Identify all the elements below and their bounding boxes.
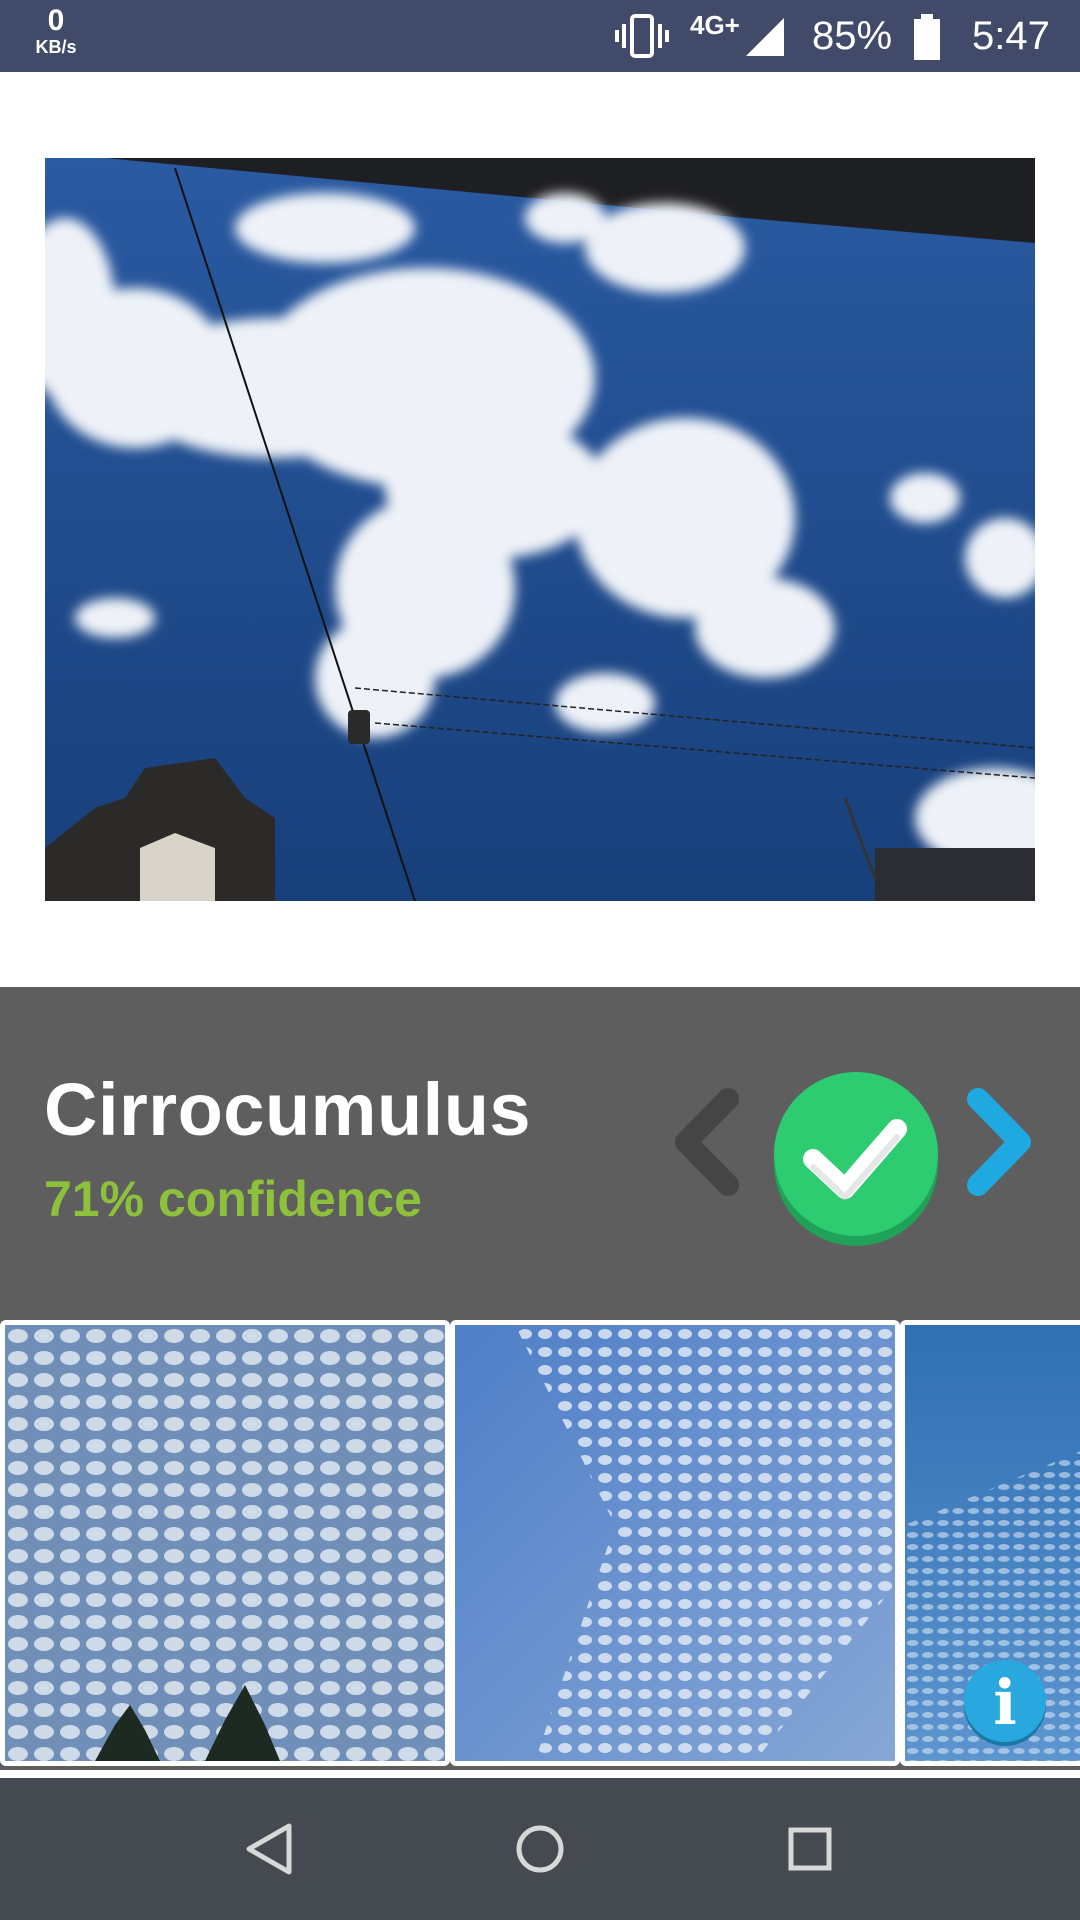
clock: 5:47 bbox=[972, 14, 1050, 58]
network-speed-value: 0 bbox=[47, 4, 65, 37]
home-icon[interactable] bbox=[505, 1814, 575, 1884]
info-icon: i bbox=[993, 1666, 1017, 1739]
network-type: 4G+ bbox=[690, 10, 740, 40]
result-panel: Cirrocumulus 71% confidence bbox=[0, 987, 1080, 1320]
info-button[interactable]: i bbox=[964, 1660, 1046, 1742]
navigation-bar bbox=[0, 1778, 1080, 1920]
vibrate-icon bbox=[615, 14, 669, 58]
captured-sky-photo[interactable] bbox=[45, 158, 1035, 901]
example-photo-2-image bbox=[455, 1325, 895, 1761]
chevron-left-icon[interactable] bbox=[668, 1087, 748, 1197]
network-speed-unit: KB/s bbox=[35, 37, 77, 57]
cloud-type-title: Cirrocumulus bbox=[44, 1068, 532, 1151]
example-photo-1[interactable] bbox=[0, 1320, 450, 1766]
battery-percent: 85% bbox=[812, 14, 893, 58]
recents-icon[interactable] bbox=[775, 1814, 845, 1884]
sky-photo-image bbox=[45, 158, 1035, 901]
chevron-right-icon[interactable] bbox=[958, 1087, 1038, 1197]
example-photos-strip[interactable] bbox=[0, 1320, 1080, 1770]
signal-icon bbox=[746, 18, 784, 56]
confidence-label: 71% confidence bbox=[44, 1171, 422, 1227]
battery-icon bbox=[914, 14, 940, 60]
checkmark-icon[interactable] bbox=[773, 1071, 939, 1247]
status-bar: 0 KB/s 4G+ 85% 5:47 bbox=[0, 0, 1080, 72]
example-photo-1-image bbox=[5, 1325, 445, 1761]
network-speed: 0 KB/s bbox=[26, 4, 86, 57]
back-icon[interactable] bbox=[235, 1814, 305, 1884]
example-photo-2[interactable] bbox=[450, 1320, 900, 1766]
